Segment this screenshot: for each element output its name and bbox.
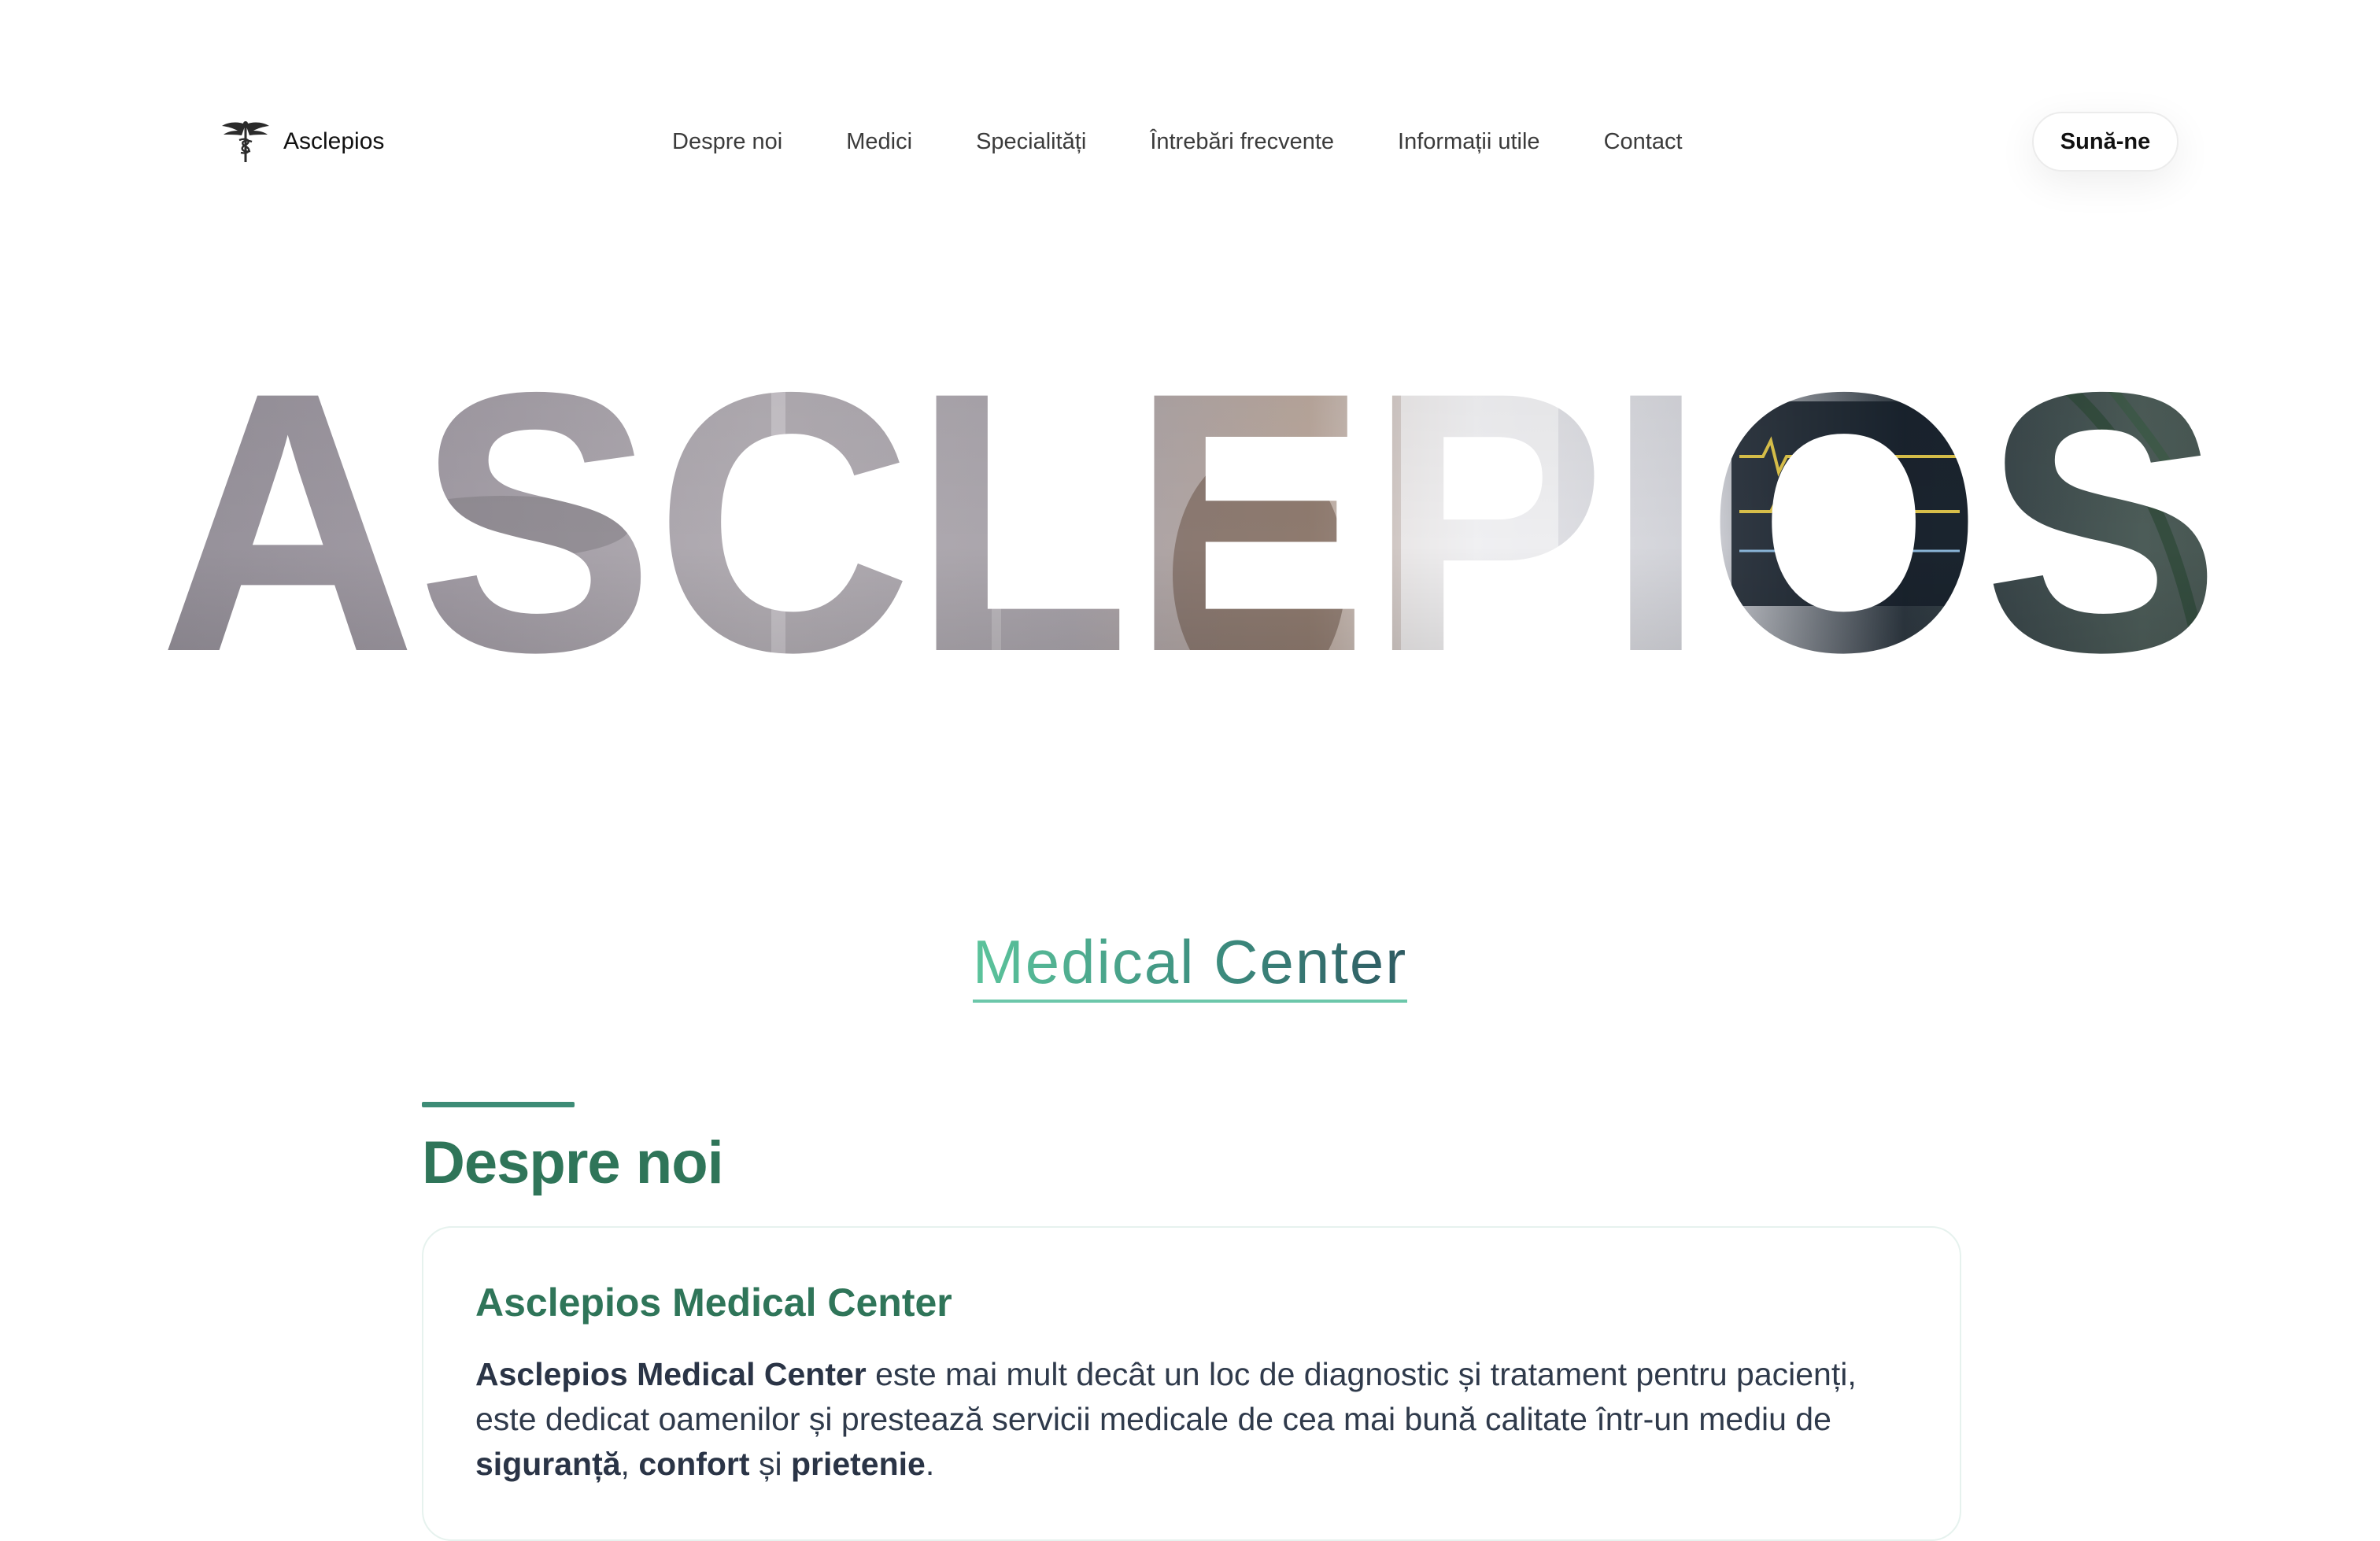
- logo[interactable]: Asclepios: [220, 116, 384, 167]
- nav-item-specialitati[interactable]: Specialități: [976, 129, 1086, 155]
- separator-si: și: [749, 1446, 791, 1482]
- paragraph-end: .: [925, 1446, 935, 1482]
- separator-comma: ,: [620, 1446, 639, 1482]
- call-us-button[interactable]: Sună-ne: [2032, 112, 2179, 172]
- about-card-paragraph: Asclepios Medical Center este mai mult d…: [475, 1352, 1924, 1487]
- section-title-despre-noi: Despre noi: [422, 1129, 724, 1196]
- hero-banner: ASCLEPIOS: [0, 338, 2380, 700]
- subtitle-wrapper: Medical Center: [0, 928, 2380, 1003]
- keyword-prietenie: prietenie: [790, 1446, 926, 1482]
- subtitle-medical-center: Medical Center: [972, 928, 1408, 1003]
- hero-word-image: ASCLEPIOS: [159, 338, 2221, 700]
- about-card: Asclepios Medical Center Asclepios Medic…: [422, 1226, 1961, 1541]
- strong-brand: Asclepios Medical Center: [475, 1356, 867, 1392]
- nav-item-informatii-utile[interactable]: Informații utile: [1398, 129, 1540, 155]
- site-header: Asclepios Despre noi Medici Specialități…: [0, 0, 2380, 283]
- nav-item-medici[interactable]: Medici: [846, 129, 912, 155]
- nav-item-intrebari-frecvente[interactable]: Întrebări frecvente: [1150, 129, 1334, 155]
- about-card-title: Asclepios Medical Center: [475, 1280, 952, 1325]
- keyword-confort: confort: [638, 1446, 750, 1482]
- nav-item-contact[interactable]: Contact: [1604, 129, 1683, 155]
- nav-item-despre-noi[interactable]: Despre noi: [672, 129, 782, 155]
- keyword-siguranta: siguranță: [475, 1446, 621, 1482]
- main-nav: Despre noi Medici Specialități Întrebări…: [672, 126, 1683, 157]
- caduceus-icon: [222, 121, 269, 162]
- logo-text: Asclepios: [283, 128, 385, 154]
- section-accent-bar: [422, 1102, 575, 1107]
